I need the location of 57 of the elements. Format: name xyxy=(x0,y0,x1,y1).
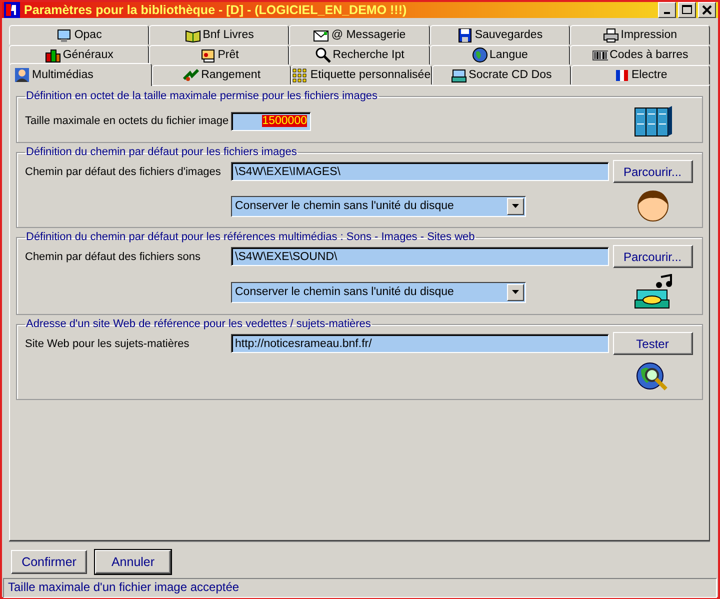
caret-icon xyxy=(512,290,519,294)
status-bar: Taille maximale d'un fichier image acceptée xyxy=(3,578,717,598)
tab[interactable]: Sauvegardes xyxy=(430,25,570,45)
tab[interactable]: Opac xyxy=(9,25,150,45)
printer-icon xyxy=(602,27,619,43)
monitor-icon xyxy=(56,27,72,43)
close-icon xyxy=(700,3,714,17)
tab[interactable]: Etiquette personnalisée xyxy=(291,65,432,85)
field-label: Chemin par défaut des fichiers sons xyxy=(25,250,200,262)
tab[interactable]: Rangement xyxy=(152,65,292,85)
group-title: Définition du chemin par défaut pour les références multimédias : Sons - Images - Sites web xyxy=(25,231,476,243)
tab[interactable]: Impression xyxy=(570,25,710,45)
field-label: Chemin par défaut des fichiers d'images xyxy=(25,166,221,178)
input-field[interactable]: 1500000 xyxy=(231,112,311,130)
group-title: Adresse d'un site Web de référence pour les vedettes / sujets-matières xyxy=(25,318,372,330)
window-title: Paramètres pour la bibliothèque - [D] - (LOGICIEL_EN_DEMO !!!) xyxy=(24,3,408,17)
magnifier-icon xyxy=(314,47,331,63)
input-field[interactable]: \S4W\EXE\IMAGES\ xyxy=(231,162,609,181)
tab[interactable]: Electre xyxy=(570,65,710,85)
minimize-button[interactable] xyxy=(658,2,676,18)
drive-icon xyxy=(450,67,467,83)
tab[interactable]: Socrate CD Dos xyxy=(432,65,571,85)
tab[interactable]: Codes à barres xyxy=(570,45,710,65)
cd-drive-icon xyxy=(632,274,672,310)
avatar-icon xyxy=(636,189,670,223)
browse-button[interactable]: Tester xyxy=(612,332,692,355)
close-button[interactable] xyxy=(698,2,716,18)
tab[interactable]: Langue xyxy=(430,45,570,65)
browse-button[interactable]: Parcourir... xyxy=(612,245,692,268)
field-label: Taille maximale en octets du fichier image xyxy=(25,115,229,127)
confirm-button[interactable]: Confirmer xyxy=(11,550,87,574)
cancel-button[interactable]: Annuler xyxy=(95,550,171,574)
tab[interactable]: Prêt xyxy=(149,45,290,65)
field-label: Site Web pour les sujets-matières xyxy=(25,338,190,350)
tab[interactable]: Bnf Livres xyxy=(149,25,290,45)
card-icon xyxy=(200,47,216,63)
minimize-icon xyxy=(664,12,670,14)
group-title: Définition du chemin par défaut pour les fichiers images xyxy=(25,146,298,158)
tab[interactable]: Multimédias xyxy=(9,63,152,86)
floppy-icon xyxy=(456,27,473,43)
grid-icon xyxy=(292,67,308,83)
dropdown[interactable]: Conserver le chemin sans l'unité du disque xyxy=(231,196,526,216)
input-field[interactable]: http://noticesrameau.bnf.fr/ xyxy=(231,334,609,353)
app-icon xyxy=(4,2,20,18)
maximize-button[interactable] xyxy=(678,2,696,18)
input-field[interactable]: \S4W\EXE\SOUND\ xyxy=(231,247,609,266)
globe-icon xyxy=(472,47,488,63)
tab[interactable]: @ Messagerie xyxy=(289,25,430,45)
caret-icon xyxy=(512,204,519,208)
tab[interactable]: Généraux xyxy=(9,45,150,65)
tab[interactable]: Recherche Ipt xyxy=(289,45,430,65)
flag-icon xyxy=(614,67,630,83)
dropdown[interactable]: Conserver le chemin sans l'unité du disque xyxy=(231,282,526,302)
maximize-icon xyxy=(680,3,694,17)
person-icon xyxy=(14,67,30,83)
browse-button[interactable]: Parcourir... xyxy=(612,160,692,183)
group-title: Définition en octet de la taille maximale permise pour les fichiers images xyxy=(25,90,379,102)
